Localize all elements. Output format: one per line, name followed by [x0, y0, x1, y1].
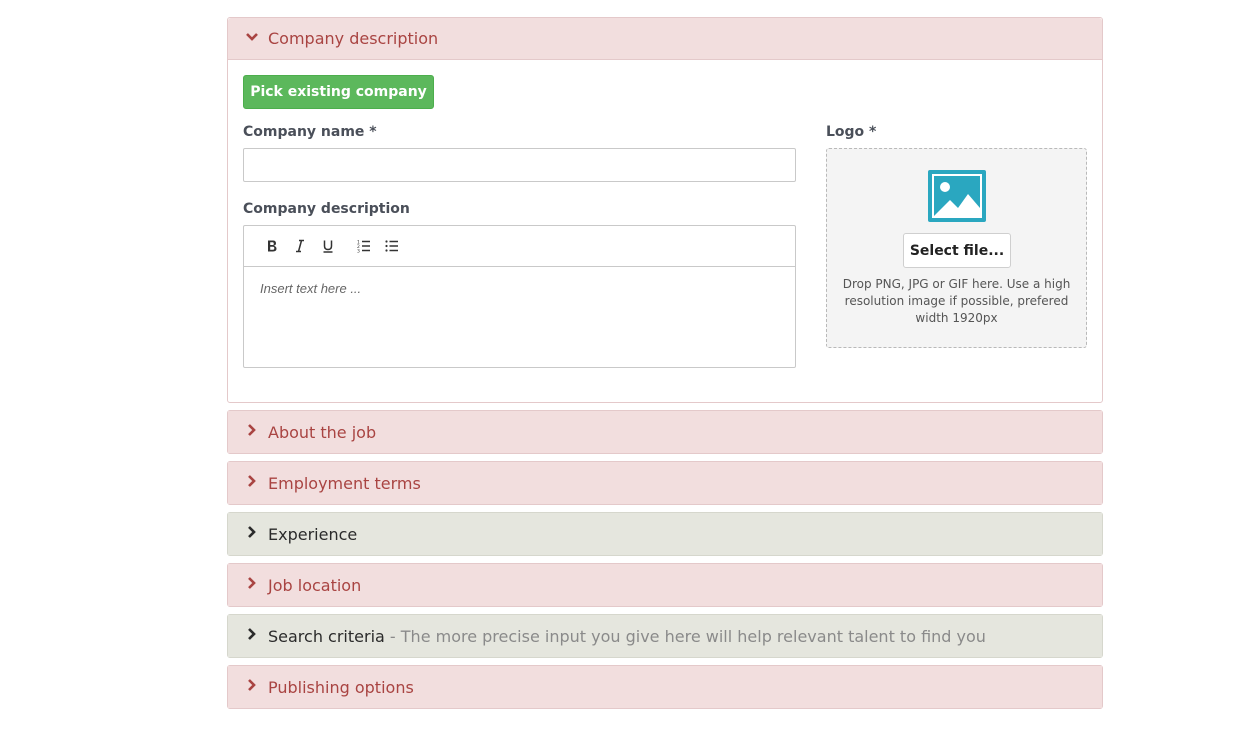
- panel-title: Publishing options: [268, 677, 414, 697]
- company-description-editor[interactable]: 123 Insert text here ...: [243, 225, 796, 368]
- select-file-button[interactable]: Select file...: [903, 233, 1011, 268]
- chevron-right-icon: [245, 473, 259, 487]
- chevron-right-icon: [245, 626, 259, 640]
- panel-subtitle: - The more precise input you give here w…: [384, 626, 986, 646]
- panel-header-company-description[interactable]: Company description: [228, 18, 1102, 60]
- company-description-label: Company description: [243, 201, 410, 217]
- panel-header-search-criteria[interactable]: Search criteria - The more precise input…: [228, 615, 1102, 657]
- panel-title: Employment terms: [268, 473, 421, 493]
- logo-hint-text: Drop PNG, JPG or GIF here. Use a high re…: [842, 277, 1071, 325]
- bold-icon[interactable]: [258, 234, 286, 258]
- editor-placeholder: Insert text here ...: [260, 281, 362, 296]
- editor-toolbar: 123: [244, 226, 795, 267]
- panel-title: Company description: [268, 29, 439, 48]
- panel-header-about-the-job[interactable]: About the job: [228, 411, 1102, 453]
- chevron-down-icon: [245, 29, 259, 43]
- panel-title: Experience: [268, 524, 358, 544]
- panel-title: Search criteria: [268, 626, 385, 646]
- job-form-accordion: Company description Pick existing compan…: [227, 17, 1103, 716]
- panel-about-the-job: About the job: [227, 410, 1103, 454]
- panel-experience: Experience: [227, 512, 1103, 556]
- panel-employment-terms: Employment terms: [227, 461, 1103, 505]
- logo-label: Logo *: [826, 124, 877, 140]
- chevron-right-icon: [245, 575, 259, 589]
- chevron-right-icon: [245, 524, 259, 538]
- panel-search-criteria: Search criteria - The more precise input…: [227, 614, 1103, 658]
- company-name-input[interactable]: [243, 148, 796, 182]
- pick-existing-company-button[interactable]: Pick existing company: [243, 75, 434, 109]
- unordered-list-icon[interactable]: [378, 234, 406, 258]
- chevron-right-icon: [245, 422, 259, 436]
- company-name-label: Company name *: [243, 124, 377, 140]
- panel-job-location: Job location: [227, 563, 1103, 607]
- panel-header-job-location[interactable]: Job location: [228, 564, 1102, 606]
- panel-header-employment-terms[interactable]: Employment terms: [228, 462, 1102, 504]
- panel-title: About the job: [268, 422, 377, 442]
- panel-body-company: Pick existing company Company name * Com…: [228, 60, 1102, 402]
- italic-icon[interactable]: [286, 234, 314, 258]
- image-icon: [928, 170, 986, 222]
- panel-publishing-options: Publishing options: [227, 665, 1103, 709]
- panel-company-description: Company description Pick existing compan…: [227, 17, 1103, 403]
- panel-title: Job location: [268, 575, 362, 595]
- panel-header-publishing-options[interactable]: Publishing options: [228, 666, 1102, 708]
- underline-icon[interactable]: [314, 234, 342, 258]
- panel-header-experience[interactable]: Experience: [228, 513, 1102, 555]
- ordered-list-icon[interactable]: 123: [350, 234, 378, 258]
- svg-text:3: 3: [357, 249, 360, 254]
- logo-dropzone[interactable]: Select file... Drop PNG, JPG or GIF here…: [826, 148, 1087, 348]
- chevron-right-icon: [245, 677, 259, 691]
